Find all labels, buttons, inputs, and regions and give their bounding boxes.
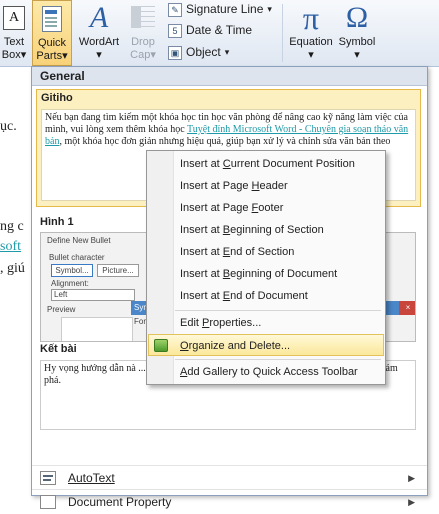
menu-item-label: Insert at Current Document Position [180,158,355,170]
menu-item-label: Insert at Page Header [180,180,288,192]
submenu-arrow-icon: ▶ [408,473,415,483]
object-icon: ▣ [168,45,182,60]
drop-cap-button[interactable]: Drop Cap▾ [126,0,160,66]
gallery-item-title: Gitiho [41,92,73,104]
menu-item-label: Organize and Delete... [180,340,291,352]
date-time-label: Date & Time [186,23,253,37]
symbol-button[interactable]: Ω Symbol ▾ [336,0,378,66]
menu-item-edit-properties[interactable]: Edit Properties... [148,312,384,334]
signature-line-icon: ✎ [168,2,182,17]
ribbon-separator [282,4,283,62]
document-text-fragment: ng c [0,219,24,234]
document-property-icon [40,495,56,509]
dropdown-arrow-icon: ▾ [267,4,272,14]
menu-item-organize-delete[interactable]: Organize and Delete... [148,334,384,356]
menu-item-add-gallery-qat[interactable]: Add Gallery to Quick Access Toolbar [148,361,384,383]
quick-parts-label-2: Parts [36,50,63,62]
menu-item-label: Add Gallery to Quick Access Toolbar [180,366,358,378]
quick-parts-button[interactable]: Quick Parts▾ [32,0,72,66]
wordart-icon: A [89,1,109,34]
document-text-fragment: , giú [0,261,25,276]
dropdown-arrow-icon: ▾ [62,50,68,62]
organize-icon [154,339,168,352]
gallery-category-header: General [32,67,427,86]
close-icon: × [399,301,415,315]
dropdown-arrow-icon: ▾ [20,49,27,61]
date-time-button[interactable]: 5 Date & Time [168,21,252,40]
document-area: ục. ng c soft , giú [0,67,35,496]
dropdown-arrow-icon: ▾ [96,49,102,61]
signature-line-label: Signature Line [186,2,264,16]
quick-parts-label: Quick [37,37,67,49]
symbol-label: Symbol [338,36,376,48]
dropdown-arrow-icon: ▾ [354,49,360,61]
menu-item-label: Edit Properties... [180,317,262,329]
text-box-icon: A [0,1,28,35]
menu-item-insert-end-section[interactable]: Insert at End of Section [148,241,384,263]
text-box-label-2: Box [1,49,21,61]
autotext-icon [40,471,56,485]
document-text-fragment: ục. [0,119,17,134]
menu-item-label: Insert at End of Section [180,246,295,258]
dropdown-arrow-icon: ▾ [224,47,230,57]
menu-separator [175,359,381,360]
equation-label: Equation [289,36,333,48]
menu-item-insert-beginning-section[interactable]: Insert at Beginning of Section [148,219,384,241]
submenu-arrow-icon: ▶ [408,497,415,507]
menu-item-insert-page-footer[interactable]: Insert at Page Footer [148,197,384,219]
autotext-menu[interactable]: AutoText ▶ [32,465,427,490]
menu-item-insert-beginning-document[interactable]: Insert at Beginning of Document [148,263,384,285]
wordart-label: WordArt [78,36,120,48]
wordart-button[interactable]: A WordArt ▾ [74,0,124,66]
menu-item-insert-end-document[interactable]: Insert at End of Document [148,285,384,307]
document-property-menu[interactable]: Document Property ▶ [32,489,427,514]
document-property-label: Document Property [68,495,172,509]
drop-cap-label: Drop [131,36,155,48]
omega-icon: Ω [345,1,369,34]
menu-item-insert-page-header[interactable]: Insert at Page Header [148,175,384,197]
gallery-item-title: Kết bài [40,343,77,355]
document-link-fragment: soft [0,239,21,254]
menu-item-label: Insert at End of Document [180,290,308,302]
quick-parts-context-menu: Insert at Current Document Position Inse… [146,150,386,385]
pi-icon: π [302,0,320,36]
dropdown-arrow-icon: ▾ [308,49,314,61]
ribbon: A Text Box▾ Quick Parts▾ A WordArt ▾ Drop Ca… [0,0,439,67]
gallery-item-title: Hình 1 [40,216,74,228]
drop-cap-label-2: Cap [130,49,151,61]
dropdown-arrow-icon: ▾ [150,49,156,61]
menu-item-insert-current-position[interactable]: Insert at Current Document Position [148,153,384,175]
object-button[interactable]: ▣ Object ▾ [168,43,229,62]
object-label: Object [186,45,221,59]
text-box-button[interactable]: A Text Box▾ [0,0,28,66]
menu-separator [175,310,381,311]
autotext-label: AutoText [68,471,115,485]
menu-item-label: Insert at Page Footer [180,202,284,214]
signature-line-button[interactable]: ✎ Signature Line ▾ [168,0,272,19]
menu-item-label: Insert at Beginning of Section [180,224,324,236]
menu-item-label: Insert at Beginning of Document [180,268,338,280]
calendar-icon: 5 [168,23,182,38]
equation-button[interactable]: π Equation ▾ [284,0,338,66]
text-box-label: Text [3,36,25,48]
